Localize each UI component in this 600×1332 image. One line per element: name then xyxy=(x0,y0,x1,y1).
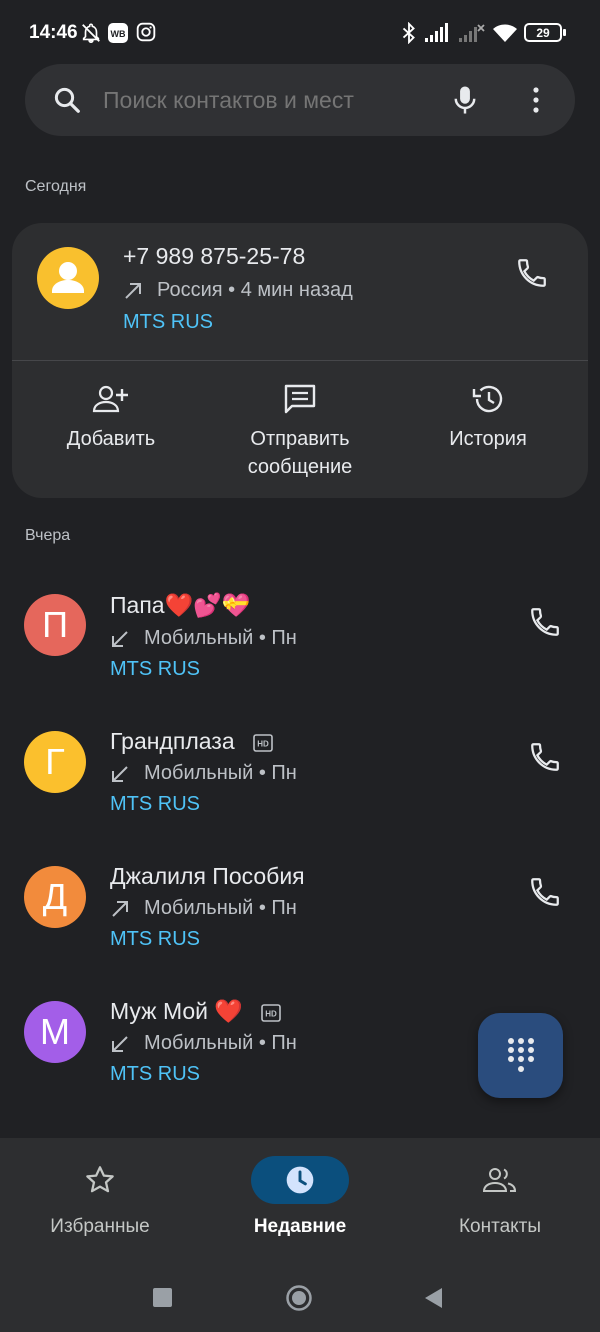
hd-voice-icon: HD xyxy=(253,734,273,752)
tab-recent[interactable]: Недавние xyxy=(200,1156,400,1238)
send-message-label: Отправить сообщение xyxy=(205,425,395,481)
search-input[interactable] xyxy=(103,87,433,114)
section-label-today: Сегодня xyxy=(25,178,87,195)
outgoing-call-arrow-icon xyxy=(112,900,128,917)
incoming-call-arrow-icon xyxy=(112,765,128,782)
more-options-icon[interactable] xyxy=(525,84,547,116)
carrier-label: MTS RUS xyxy=(110,658,200,680)
tab-contacts[interactable]: Контакты xyxy=(400,1156,600,1238)
tab-favorites[interactable]: Избранные xyxy=(0,1156,200,1238)
incoming-call-arrow-icon xyxy=(112,1035,128,1052)
phone-call-icon[interactable] xyxy=(528,740,562,774)
home-icon[interactable] xyxy=(285,1284,313,1312)
card-divider xyxy=(12,360,588,361)
battery-tip xyxy=(563,29,566,36)
call-row[interactable]: Г Грандплаза HD Мобильный • Пн MTS RUS xyxy=(0,695,600,830)
call-meta: Мобильный • Пн xyxy=(110,897,297,920)
person-placeholder-icon xyxy=(52,262,84,293)
call-meta-text: Мобильный • Пн xyxy=(144,627,297,649)
battery-icon: 29 xyxy=(524,23,562,42)
contact-avatar: Г xyxy=(24,731,86,793)
call-meta-text: Мобильный • Пн xyxy=(144,762,297,784)
svg-text:HD: HD xyxy=(257,739,269,748)
status-time: 14:46 xyxy=(29,22,78,43)
carrier-label: MTS RUS xyxy=(123,311,213,333)
send-message-button[interactable]: Отправить сообщение xyxy=(205,383,395,481)
wifi-icon xyxy=(493,24,517,42)
wb-app-icon: WB xyxy=(108,23,128,43)
phone-call-icon[interactable] xyxy=(515,256,549,290)
contact-avatar: М xyxy=(24,1001,86,1063)
incoming-call-arrow-icon xyxy=(112,630,128,647)
section-label-yesterday: Вчера xyxy=(25,527,71,544)
carrier-label: MTS RUS xyxy=(110,928,200,950)
dialpad-button[interactable] xyxy=(478,1013,563,1098)
svg-text:HD: HD xyxy=(266,1009,278,1018)
add-contact-label: Добавить xyxy=(66,428,156,450)
contact-name: Грандплаза xyxy=(110,728,235,754)
bottom-navigation: Избранные Недавние Контакты xyxy=(0,1138,600,1258)
call-meta: Мобильный • Пн xyxy=(110,762,297,785)
tab-favorites-label: Избранные xyxy=(50,1216,150,1237)
star-icon xyxy=(86,1166,114,1193)
bluetooth-icon xyxy=(402,22,415,44)
search-bar[interactable] xyxy=(25,64,575,136)
phone-call-icon[interactable] xyxy=(528,605,562,639)
expanded-call-card[interactable]: +7 989 875-25-78 Россия • 4 мин назад MT… xyxy=(12,223,588,498)
svg-text:WB: WB xyxy=(111,29,126,39)
tab-recent-label: Недавние xyxy=(253,1216,347,1237)
search-icon[interactable] xyxy=(52,85,82,115)
instagram-icon xyxy=(136,22,156,42)
tab-recent-icon-wrap xyxy=(251,1156,349,1204)
add-person-icon xyxy=(92,385,128,413)
contact-avatar: Д xyxy=(24,866,86,928)
call-meta: Мобильный • Пн xyxy=(110,1032,297,1055)
history-button[interactable]: История xyxy=(393,383,583,453)
contact-name-wrap: Муж Мой ❤️ HD xyxy=(110,998,282,1025)
history-label: История xyxy=(449,428,527,450)
signal-icon xyxy=(425,23,448,42)
call-meta: Россия • 4 мин назад xyxy=(123,279,353,302)
dialpad-icon xyxy=(507,1037,534,1072)
call-number: +7 989 875-25-78 xyxy=(123,243,306,269)
avatar xyxy=(37,247,99,309)
contacts-people-icon xyxy=(482,1168,517,1192)
phone-app-screen: 14:46 WB 29 Поиск контактов и мест Сегод… xyxy=(0,0,600,1332)
microphone-icon[interactable] xyxy=(450,84,480,116)
outgoing-call-arrow-icon xyxy=(125,282,141,299)
tab-favorites-icon-wrap xyxy=(51,1156,149,1204)
history-icon xyxy=(472,385,503,413)
battery-level: 29 xyxy=(536,25,550,40)
clock-icon xyxy=(286,1166,314,1194)
signal-no-service-icon xyxy=(459,24,485,42)
call-meta-text: Россия • 4 мин назад xyxy=(157,279,353,301)
carrier-label: MTS RUS xyxy=(110,793,200,815)
status-bar: 14:46 WB 29 xyxy=(0,0,600,66)
call-row[interactable]: Д Джалиля Пособия Мобильный • Пн MTS RUS xyxy=(0,830,600,965)
contact-name: Папа❤️💕💝 xyxy=(110,592,251,618)
contact-name: Муж Мой ❤️ xyxy=(110,998,244,1024)
contact-avatar: П xyxy=(24,594,86,656)
recent-apps-icon[interactable] xyxy=(153,1288,172,1307)
phone-call-icon[interactable] xyxy=(528,875,562,909)
send-message-label-line2: сообщение xyxy=(247,456,353,478)
tab-contacts-label: Контакты xyxy=(458,1216,542,1237)
call-meta-text: Мобильный • Пн xyxy=(144,897,297,919)
call-row[interactable]: П Папа❤️💕💝 Мобильный • Пн MTS RUS xyxy=(0,560,600,695)
carrier-label: MTS RUS xyxy=(110,1063,200,1085)
add-contact-button[interactable]: Добавить xyxy=(16,383,206,453)
message-icon xyxy=(284,384,316,414)
back-icon[interactable] xyxy=(422,1286,444,1310)
tab-contacts-icon-wrap xyxy=(451,1156,549,1204)
hd-voice-icon: HD xyxy=(261,1004,282,1022)
call-meta-text: Мобильный • Пн xyxy=(144,1032,297,1054)
contact-name-wrap: Грандплаза HD xyxy=(110,728,273,755)
contact-name: Джалиля Пособия xyxy=(110,863,305,889)
call-meta: Мобильный • Пн xyxy=(110,627,297,650)
system-navigation-bar xyxy=(0,1258,600,1332)
bell-off-icon xyxy=(82,23,100,43)
send-message-label-line1: Отправить xyxy=(250,428,350,450)
